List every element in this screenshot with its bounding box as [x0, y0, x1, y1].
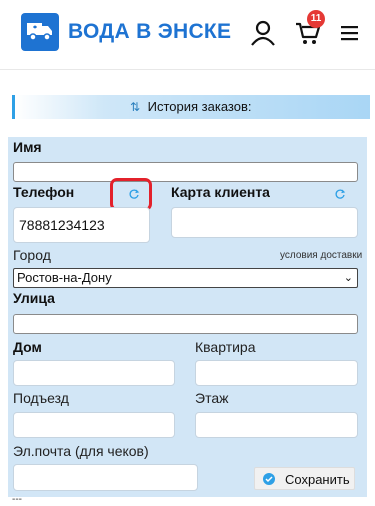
city-select-value: Ростов-на-Дону: [17, 270, 112, 285]
email-label: Эл.почта (для чеков): [13, 443, 149, 459]
name-input[interactable]: [13, 162, 358, 182]
delivery-terms-link[interactable]: условия доставки: [280, 250, 362, 261]
history-icon: ⇅: [130, 100, 141, 114]
truck-logo-icon: [27, 23, 52, 41]
house-label: Дом: [13, 339, 42, 355]
cart-count-badge: 11: [307, 10, 325, 28]
city-select[interactable]: Ростов-на-Дону ⌄: [13, 268, 358, 288]
phone-label: Телефон: [13, 184, 75, 200]
logo[interactable]: [21, 13, 59, 51]
entrance-input[interactable]: [13, 412, 175, 438]
order-history-label: История заказов:: [147, 99, 252, 114]
client-card-input[interactable]: [171, 207, 358, 238]
phone-input[interactable]: [13, 207, 150, 243]
name-label: Имя: [13, 139, 42, 155]
save-button[interactable]: Сохранить: [254, 467, 355, 490]
card-refresh-icon[interactable]: [334, 188, 346, 200]
check-icon: [263, 473, 275, 485]
save-button-label: Сохранить: [285, 472, 350, 487]
chevron-down-icon: ⌄: [343, 272, 353, 284]
footer-separator: ---: [12, 494, 22, 505]
floor-label: Этаж: [195, 390, 229, 406]
menu-icon[interactable]: [340, 25, 360, 41]
client-card-label: Карта клиента: [171, 184, 270, 200]
apartment-label: Квартира: [195, 339, 256, 355]
brand-title[interactable]: ВОДА В ЭНСКЕ: [68, 20, 231, 44]
floor-input[interactable]: [195, 412, 358, 438]
user-icon[interactable]: [250, 20, 276, 46]
apartment-input[interactable]: [195, 360, 358, 386]
city-label: Город: [13, 247, 51, 263]
street-input[interactable]: [13, 314, 358, 334]
street-label: Улица: [13, 290, 55, 306]
app-header: ВОДА В ЭНСКЕ 11: [0, 0, 375, 70]
email-input[interactable]: [13, 464, 198, 491]
entrance-label: Подъезд: [13, 390, 69, 406]
order-history-bar[interactable]: ⇅ История заказов:: [12, 95, 370, 119]
house-input[interactable]: [13, 360, 175, 386]
